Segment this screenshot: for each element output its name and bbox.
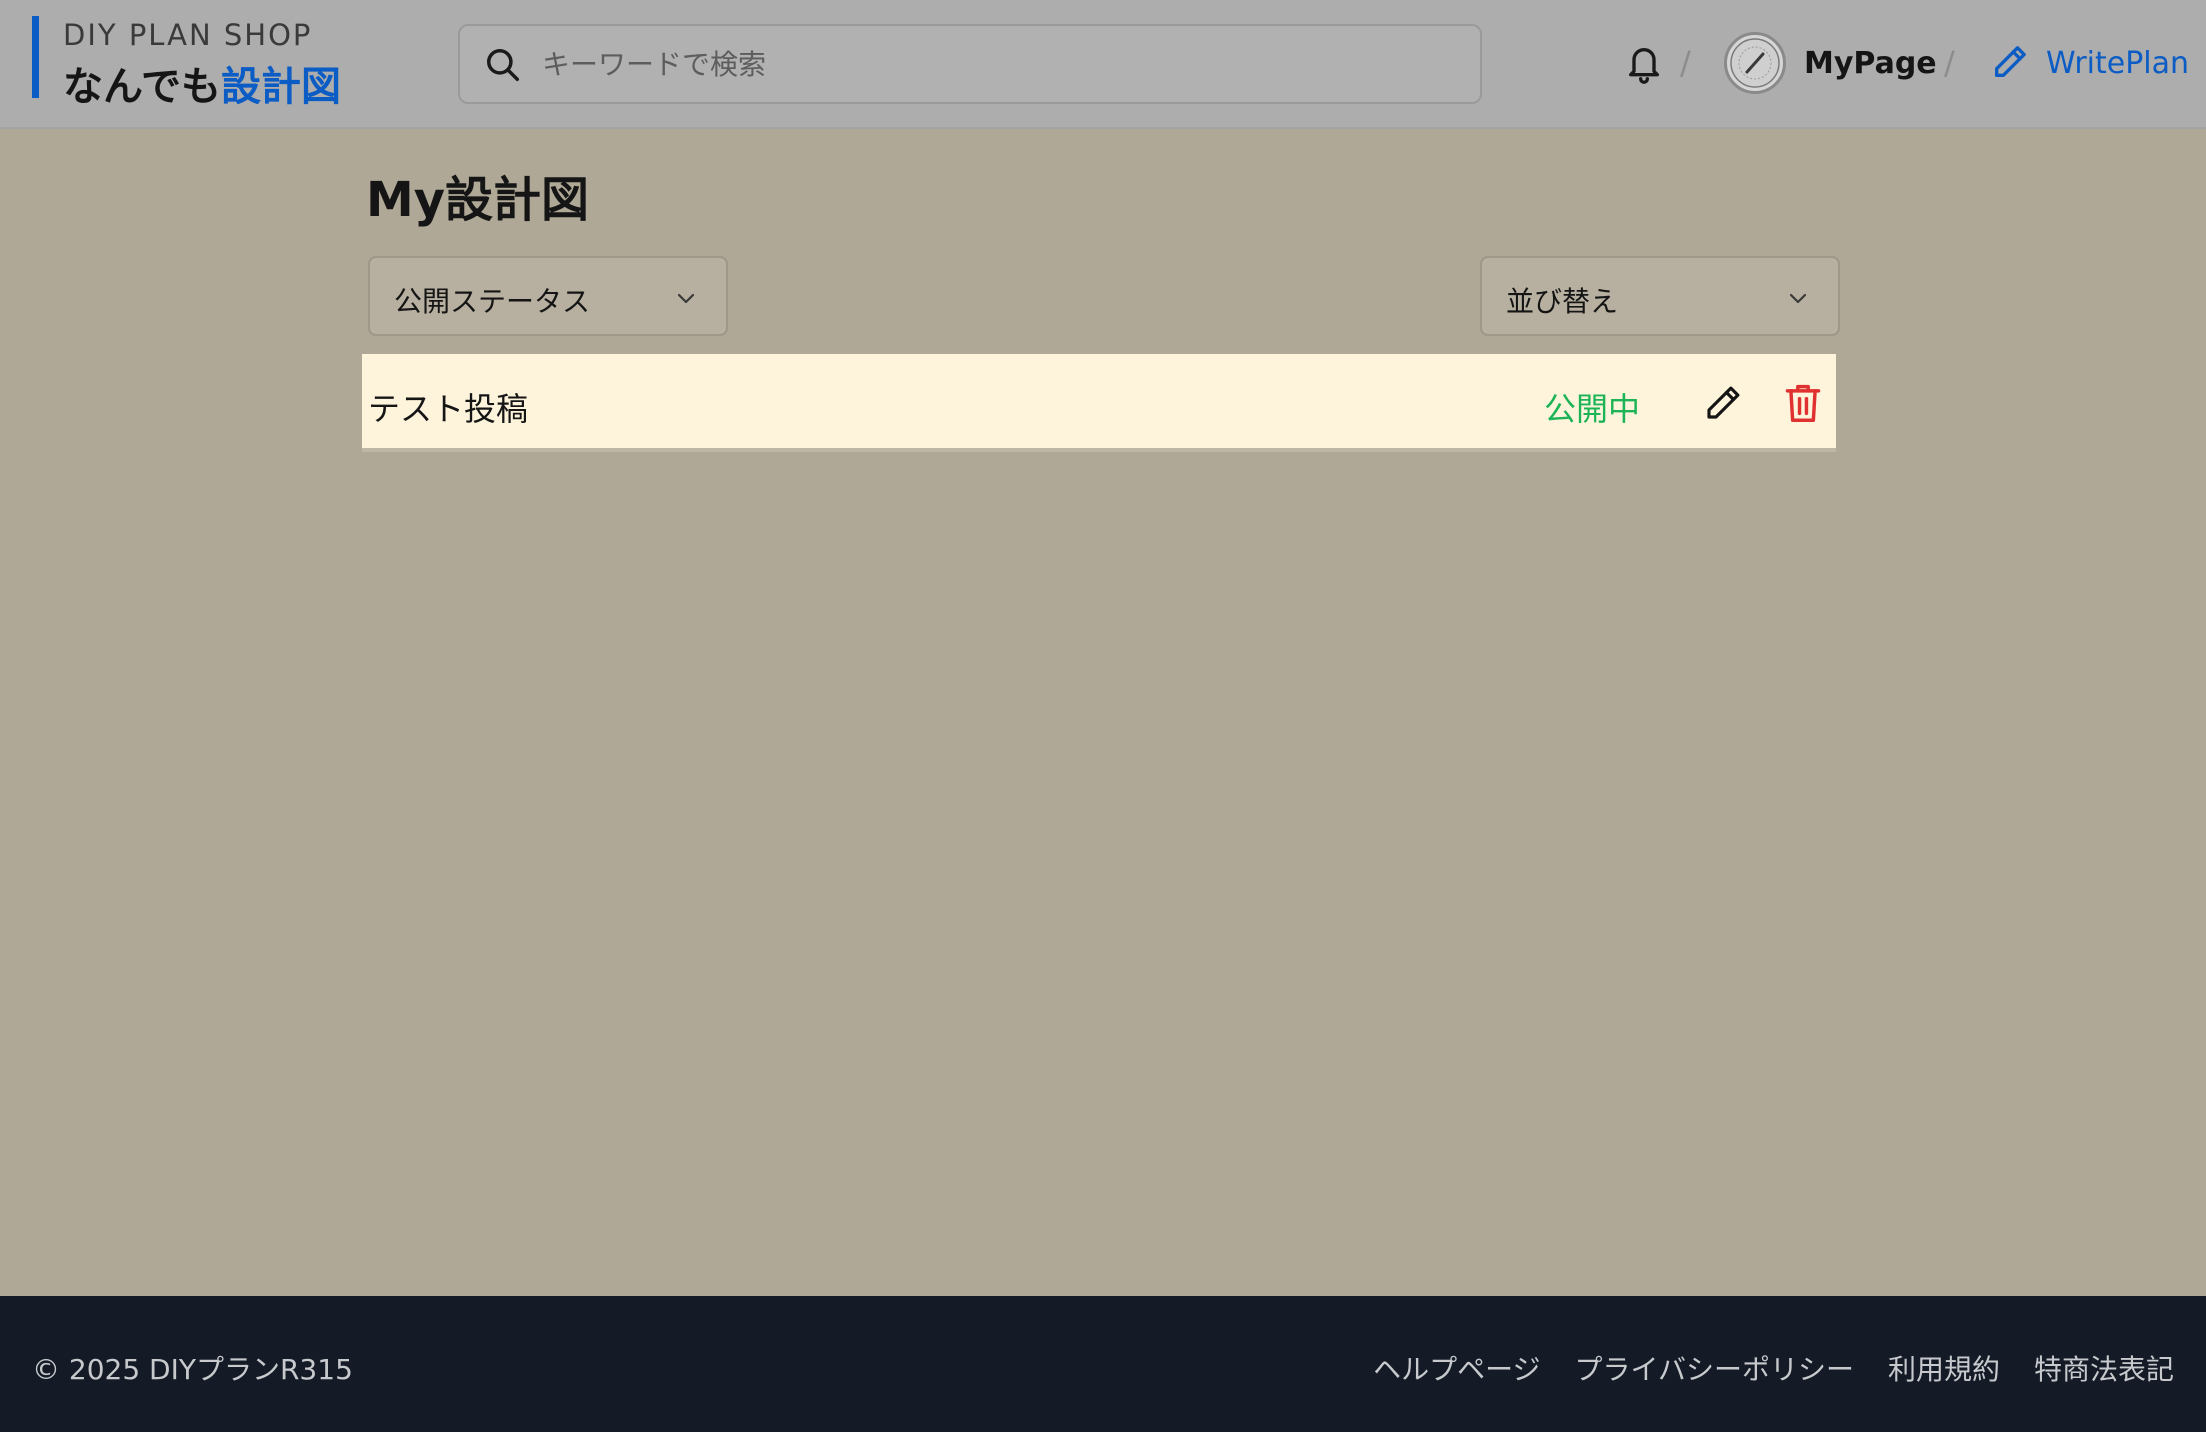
site-header: DIY PLAN SHOP なんでも設計図 / MyPage / WriteP (0, 0, 2206, 129)
list-item[interactable]: テスト投稿 公開中 (362, 354, 1836, 452)
bell-icon[interactable] (1624, 40, 1664, 86)
footer-link-legal[interactable]: 特商法表記 (2034, 1348, 2174, 1388)
logo-title-accent: 設計図 (221, 64, 341, 110)
plan-list: テスト投稿 公開中 (362, 354, 1836, 452)
footer-link-help[interactable]: ヘルプページ (1373, 1348, 1540, 1388)
footer-links: ヘルプページ プライバシーポリシー 利用規約 特商法表記 (1373, 1348, 2174, 1388)
chevron-down-icon (1786, 286, 1810, 310)
edit-button[interactable] (1702, 382, 1744, 424)
pencil-icon (1990, 42, 2030, 82)
writeplan-label: WritePlan (2046, 46, 2190, 81)
nav-separator: / (1680, 44, 1691, 82)
status-filter-label: 公開ステータス (394, 285, 591, 318)
site-footer: © 2025 DIYプランR315 ヘルプページ プライバシーポリシー 利用規約… (0, 1296, 2206, 1432)
status-filter-select[interactable]: 公開ステータス (368, 256, 728, 336)
page-title: My設計図 (366, 172, 590, 228)
plan-title[interactable]: テスト投稿 (368, 384, 528, 430)
logo-subtitle: DIY PLAN SHOP (63, 18, 313, 52)
footer-link-privacy[interactable]: プライバシーポリシー (1575, 1348, 1854, 1388)
copyright: © 2025 DIYプランR315 (32, 1353, 353, 1386)
search-box[interactable] (458, 24, 1482, 104)
search-icon (484, 46, 522, 84)
footer-link-terms[interactable]: 利用規約 (1888, 1348, 2000, 1388)
logo-title: なんでも設計図 (63, 54, 341, 112)
trash-icon[interactable] (1784, 382, 1822, 424)
logo-title-main: なんでも (63, 64, 221, 110)
chevron-down-icon (674, 286, 698, 310)
avatar[interactable] (1724, 32, 1786, 94)
status-badge: 公開中 (1544, 390, 1641, 428)
nav-separator: / (1944, 44, 1955, 82)
search-input[interactable] (542, 40, 1442, 88)
mypage-link[interactable]: MyPage (1804, 46, 1937, 81)
sort-select[interactable]: 並び替え (1480, 256, 1840, 336)
site-logo[interactable]: DIY PLAN SHOP なんでも設計図 (32, 16, 341, 110)
sort-label: 並び替え (1506, 285, 1619, 318)
